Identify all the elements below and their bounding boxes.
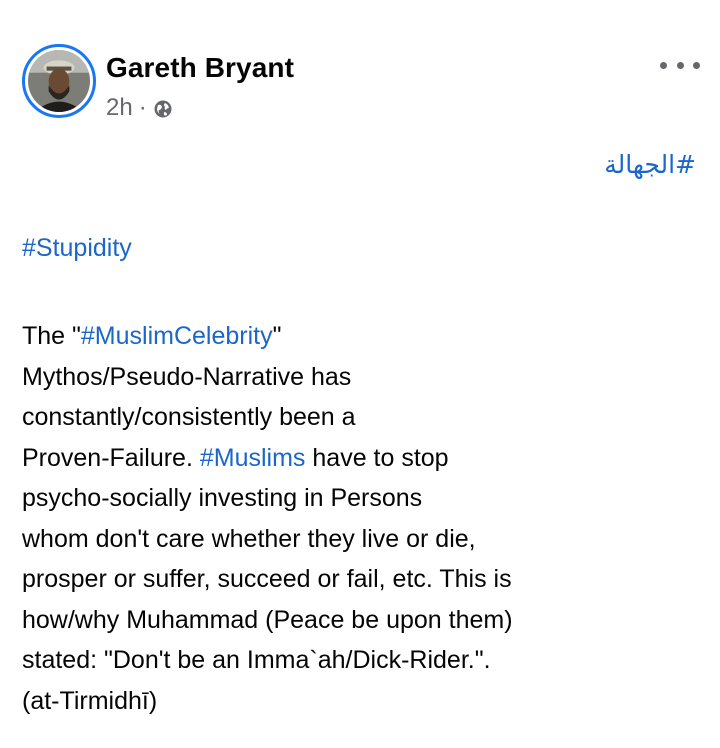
body-line: Mythos/Pseudo-Narrative has bbox=[22, 362, 352, 391]
avatar[interactable] bbox=[22, 44, 96, 118]
post-body: The "#MuslimCelebrity" Mythos/Pseudo-Nar… bbox=[22, 316, 702, 721]
avatar-image bbox=[28, 50, 90, 112]
post-time[interactable]: 2h bbox=[106, 94, 133, 122]
body-text: have to stop bbox=[305, 443, 449, 472]
post-meta: 2h · bbox=[106, 94, 173, 122]
body-line: psycho-socially investing in Persons bbox=[22, 484, 423, 512]
body-line: prosper or suffer, succeed or fail, etc.… bbox=[22, 565, 512, 593]
body-text: Proven-Failure. bbox=[22, 443, 200, 472]
meta-separator: · bbox=[138, 94, 147, 121]
body-line: constantly/consistently been a bbox=[22, 403, 356, 431]
author-name[interactable]: Gareth Bryant bbox=[106, 52, 294, 84]
body-line: The "#MuslimCelebrity" bbox=[22, 316, 702, 357]
body-line: stated: "Don't be an Imma`ah/Dick-Rider.… bbox=[22, 646, 491, 674]
body-line: whom don't care whether they live or die… bbox=[22, 524, 476, 553]
post-header: Gareth Bryant 2h · bbox=[22, 44, 702, 124]
more-dot bbox=[660, 61, 667, 69]
hashtag-muslims[interactable]: #Muslims bbox=[200, 444, 306, 472]
more-options-icon[interactable] bbox=[660, 58, 700, 72]
body-line: Proven-Failure. #Muslims have to stop bbox=[22, 438, 702, 479]
body-line: (at-Tirmidhī) bbox=[22, 686, 158, 715]
body-text: The " bbox=[22, 322, 81, 350]
hashtag-arabic[interactable]: #الجهالة bbox=[604, 150, 696, 179]
more-dot bbox=[693, 61, 700, 69]
hashtag-muslimcelebrity[interactable]: #MuslimCelebrity bbox=[81, 322, 273, 350]
body-text: " bbox=[272, 322, 282, 350]
hashtag-stupidity[interactable]: #Stupidity bbox=[22, 234, 132, 263]
globe-icon bbox=[154, 100, 172, 118]
body-line: how/why Muhammad (Peace be upon them) bbox=[22, 605, 513, 634]
more-dot bbox=[676, 61, 684, 69]
